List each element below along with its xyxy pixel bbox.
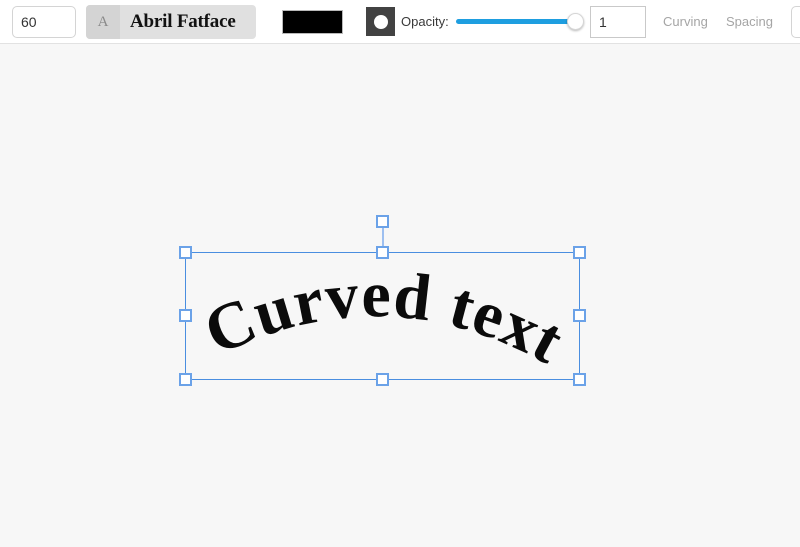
tab-spacing[interactable]: Spacing bbox=[726, 14, 773, 29]
font-size-input[interactable] bbox=[12, 6, 76, 38]
curving-value-input[interactable] bbox=[791, 6, 800, 38]
opacity-label: Opacity: bbox=[401, 14, 449, 29]
opacity-icon[interactable] bbox=[366, 7, 395, 36]
font-family-name: Abril Fatface bbox=[130, 11, 236, 32]
selection-box[interactable] bbox=[179, 215, 586, 386]
letter-a-icon: A bbox=[86, 5, 120, 39]
editor-canvas[interactable]: Curved text bbox=[0, 45, 800, 547]
tab-curving[interactable]: Curving bbox=[663, 14, 708, 29]
rotation-handle[interactable] bbox=[376, 215, 389, 228]
opacity-slider-track bbox=[456, 19, 578, 24]
opacity-value-input[interactable] bbox=[590, 6, 646, 38]
resize-handle-bottom-left[interactable] bbox=[179, 373, 192, 386]
resize-handle-top-right[interactable] bbox=[573, 246, 586, 259]
resize-handle-top-center[interactable] bbox=[376, 246, 389, 259]
text-color-swatch[interactable] bbox=[282, 10, 343, 34]
text-properties-toolbar: A Abril Fatface Opacity: Curving Spacing bbox=[0, 0, 800, 44]
opacity-slider[interactable] bbox=[456, 13, 586, 31]
resize-handle-bottom-center[interactable] bbox=[376, 373, 389, 386]
resize-handle-middle-left[interactable] bbox=[179, 309, 192, 322]
font-family-picker[interactable]: A Abril Fatface bbox=[86, 5, 256, 39]
resize-handle-top-left[interactable] bbox=[179, 246, 192, 259]
image-editor-app: A Abril Fatface Opacity: Curving Spacing… bbox=[0, 0, 800, 547]
opacity-slider-thumb[interactable] bbox=[567, 13, 584, 30]
resize-handle-bottom-right[interactable] bbox=[573, 373, 586, 386]
opacity-dot-icon bbox=[373, 14, 388, 29]
resize-handle-middle-right[interactable] bbox=[573, 309, 586, 322]
